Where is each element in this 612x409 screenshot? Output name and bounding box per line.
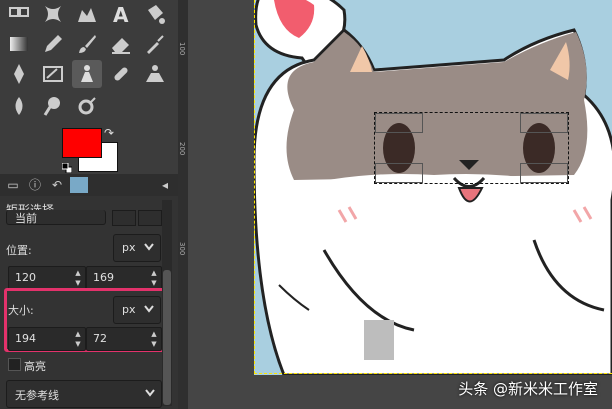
warp-transform-tool-icon[interactable] [38,0,68,28]
selection-handle-top-right[interactable] [520,113,568,133]
pencil-tool-icon[interactable] [38,30,68,58]
perspective-clone-tool-icon[interactable] [140,60,170,88]
position-unit-select[interactable]: px [113,234,161,262]
selection-handle-bottom-left[interactable] [375,163,423,183]
rectangle-selection[interactable] [374,112,569,184]
ruler-mark: 200 [178,142,186,156]
spin-buttons[interactable]: ▲ ▼ [74,269,82,287]
size-width-field[interactable]: 194 ▲ ▼ [8,327,86,351]
mypaint-brush-tool-icon[interactable] [38,60,68,88]
options-scrollbar-thumb[interactable] [163,270,171,405]
clone-tool-icon[interactable] [72,60,102,88]
blur-tool-icon[interactable] [4,92,34,120]
undo-history-tab-icon[interactable]: ↶ [48,177,66,193]
ink-tool-icon[interactable] [4,60,34,88]
position-y-field[interactable]: 169 ▲ ▼ [86,266,162,290]
images-tab-icon[interactable] [70,177,88,193]
airbrush-tool-icon[interactable] [140,30,170,58]
bucket-fill-tool-icon[interactable] [72,0,102,28]
eraser-tool-icon[interactable] [106,30,136,58]
position-x-field[interactable]: 120 ▲ ▼ [8,266,86,290]
canvas-image[interactable] [254,0,612,375]
position-label: 位置: [6,244,32,257]
fixed-toggle[interactable] [138,210,162,226]
text-tool-icon[interactable]: A [106,0,136,28]
dock-tab-bar: ▭ ⓘ ↶ ◂ [0,174,178,196]
vertical-ruler: 100 200 300 [178,0,188,409]
size-height-field[interactable]: 72 ▲ ▼ [86,327,162,351]
highlight-label: 高亮 [24,360,46,373]
foreground-color-swatch[interactable] [62,128,102,158]
ruler-mark: 300 [178,242,186,256]
reset-colors-icon[interactable] [61,158,73,174]
chevron-down-icon [144,305,154,313]
selection-handle-top-left[interactable] [375,113,423,133]
dodge-burn-tool-icon[interactable] [72,92,102,120]
selection-handle-bottom-right[interactable] [520,163,568,183]
spin-buttons[interactable]: ▲ ▼ [74,330,82,348]
ruler-mark: 100 [178,42,186,56]
spin-buttons[interactable]: ▲ ▼ [150,330,158,348]
unified-transform-tool-icon[interactable] [4,0,34,28]
spin-buttons[interactable]: ▲ ▼ [150,269,158,287]
heal-tool-icon[interactable] [106,60,136,88]
paintbrush-tool-icon[interactable] [72,30,102,58]
size-label: 大小: [8,304,34,317]
tool-options-tab-icon[interactable]: ▭ [4,177,22,193]
chevron-down-icon [145,389,155,397]
mode-combo[interactable]: 当前 [6,210,106,225]
guides-select[interactable]: 无参考线 [6,380,162,408]
watermark: 头条 @新米米工作室 [458,380,598,398]
gradient-tool-icon[interactable] [4,30,34,58]
size-unit-select[interactable]: px [113,296,161,324]
chevron-down-icon [144,243,154,251]
swap-colors-icon[interactable]: ↷ [104,126,114,140]
paint-bucket-tool-icon[interactable] [140,0,170,28]
highlight-checkbox[interactable] [8,358,21,371]
expand-from-center-toggle[interactable] [112,210,136,226]
configure-tab-icon[interactable]: ◂ [156,177,174,193]
svg-text:A: A [113,3,129,26]
smudge-tool-icon[interactable] [38,92,68,120]
device-status-tab-icon[interactable]: ⓘ [26,177,44,193]
